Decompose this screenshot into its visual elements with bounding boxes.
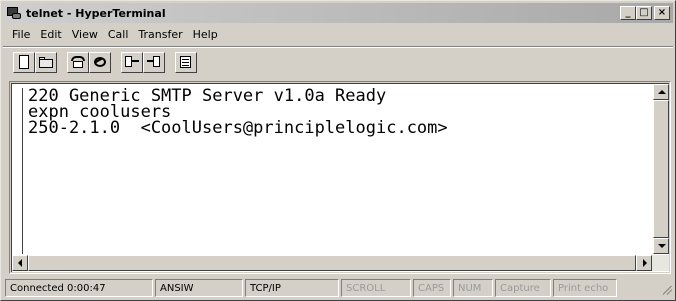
- scroll-right-button[interactable]: [636, 255, 652, 271]
- resize-grip-icon[interactable]: [659, 281, 673, 295]
- send-button[interactable]: [121, 51, 143, 73]
- call-icon: [70, 55, 86, 69]
- properties-icon: [178, 55, 194, 69]
- status-connected: Connected 0:00:47: [5, 279, 153, 297]
- menu-file[interactable]: File: [7, 28, 35, 41]
- hyperterminal-icon: [6, 5, 22, 21]
- menu-view[interactable]: View: [67, 28, 103, 41]
- new-icon: [16, 55, 32, 69]
- menu-help[interactable]: Help: [188, 28, 223, 41]
- status-scroll: SCROLL: [341, 279, 411, 297]
- scroll-up-button[interactable]: [653, 84, 669, 100]
- properties-button[interactable]: [175, 51, 197, 73]
- disconnect-icon: [92, 55, 108, 69]
- toolbar-separator: [3, 46, 673, 48]
- status-capture: Capture: [495, 279, 551, 297]
- title-bar[interactable]: telnet - HyperTerminal _ □ ×: [3, 3, 673, 23]
- maximize-button[interactable]: □: [636, 6, 652, 20]
- close-icon: ×: [657, 7, 667, 18]
- menu-transfer[interactable]: Transfer: [133, 28, 187, 41]
- horizontal-scrollbar[interactable]: [12, 255, 669, 271]
- new-connection-button[interactable]: [13, 51, 35, 73]
- open-button[interactable]: [35, 51, 57, 73]
- arrow-left-icon: [18, 259, 22, 267]
- menu-edit[interactable]: Edit: [35, 28, 66, 41]
- arrow-down-icon: [658, 244, 666, 248]
- hyperterminal-window: telnet - HyperTerminal _ □ × File Edit V…: [0, 0, 676, 301]
- horizontal-scroll-thumb[interactable]: [28, 255, 636, 271]
- window-title: telnet - HyperTerminal: [26, 6, 166, 20]
- close-button[interactable]: ×: [654, 6, 670, 20]
- status-print-echo: Print echo: [553, 279, 617, 297]
- status-protocol: TCP/IP: [245, 279, 339, 297]
- send-icon: [124, 55, 140, 69]
- status-bar: Connected 0:00:47 ANSIW TCP/IP SCROLL CA…: [3, 278, 673, 298]
- receive-icon: [146, 55, 162, 69]
- status-caps: CAPS: [413, 279, 451, 297]
- receive-button[interactable]: [143, 51, 165, 73]
- arrow-right-icon: [643, 259, 647, 267]
- status-emulation: ANSIW: [155, 279, 243, 297]
- terminal-content[interactable]: 220 Generic SMTP Server v1.0a Ready expn…: [22, 88, 652, 254]
- call-button[interactable]: [67, 51, 89, 73]
- scroll-down-button[interactable]: [653, 238, 669, 254]
- status-num: NUM: [453, 279, 493, 297]
- vertical-scroll-thumb[interactable]: [653, 100, 669, 238]
- disconnect-button[interactable]: [89, 51, 111, 73]
- vertical-scrollbar[interactable]: [653, 84, 669, 254]
- terminal-screen[interactable]: 220 Generic SMTP Server v1.0a Ready expn…: [11, 83, 669, 272]
- menu-bar: File Edit View Call Transfer Help: [3, 25, 673, 44]
- toolbar: [3, 49, 673, 75]
- minimize-icon: _: [625, 7, 631, 18]
- open-icon: [38, 55, 54, 69]
- scroll-left-button[interactable]: [12, 255, 28, 271]
- terminal-frame: 220 Generic SMTP Server v1.0a Ready expn…: [9, 81, 671, 274]
- arrow-up-icon: [658, 90, 666, 94]
- terminal-line: 250-2.1.0 <CoolUsers@principlelogic.com>: [28, 118, 448, 138]
- maximize-icon: □: [639, 7, 649, 18]
- menu-call[interactable]: Call: [103, 28, 134, 41]
- minimize-button[interactable]: _: [620, 6, 636, 20]
